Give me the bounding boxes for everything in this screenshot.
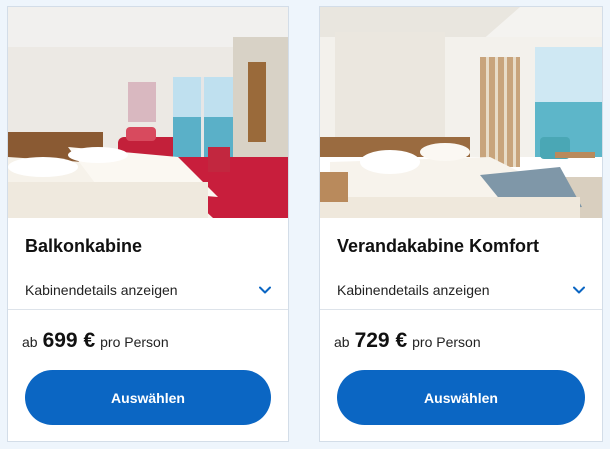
- cabin-details-label: Kabinendetails anzeigen: [25, 282, 178, 298]
- cabin-title: Balkonkabine: [25, 236, 143, 256]
- cabin-details-toggle[interactable]: Kabinendetails anzeigen: [320, 270, 602, 310]
- price-suffix: pro Person: [100, 334, 169, 350]
- cabin-card-balkonkabine: Balkonkabine Kabinendetails anzeigen ab …: [7, 6, 289, 442]
- price-prefix: ab: [334, 334, 350, 350]
- chevron-down-icon[interactable]: [573, 286, 585, 294]
- select-cabin-button[interactable]: Auswählen: [337, 370, 585, 425]
- divider: [8, 309, 288, 310]
- select-cabin-button[interactable]: Auswählen: [25, 370, 271, 425]
- divider: [320, 309, 602, 310]
- price-suffix: pro Person: [412, 334, 481, 350]
- price-line: ab 699 € pro Person: [22, 329, 169, 353]
- price-prefix: ab: [22, 334, 38, 350]
- cabin-photo: [320, 7, 602, 218]
- cabin-details-label: Kabinendetails anzeigen: [337, 282, 490, 298]
- cabin-title: Verandakabine Komfort: [337, 236, 540, 256]
- cabin-photo: [8, 7, 288, 218]
- cabin-details-toggle[interactable]: Kabinendetails anzeigen: [8, 270, 288, 310]
- price-value: 699 €: [42, 329, 96, 352]
- cabin-card-verandakabine-komfort: Verandakabine Komfort Kabinendetails anz…: [319, 6, 603, 442]
- chevron-down-icon[interactable]: [259, 286, 271, 294]
- price-value: 729 €: [354, 329, 408, 352]
- price-line: ab 729 € pro Person: [334, 329, 481, 353]
